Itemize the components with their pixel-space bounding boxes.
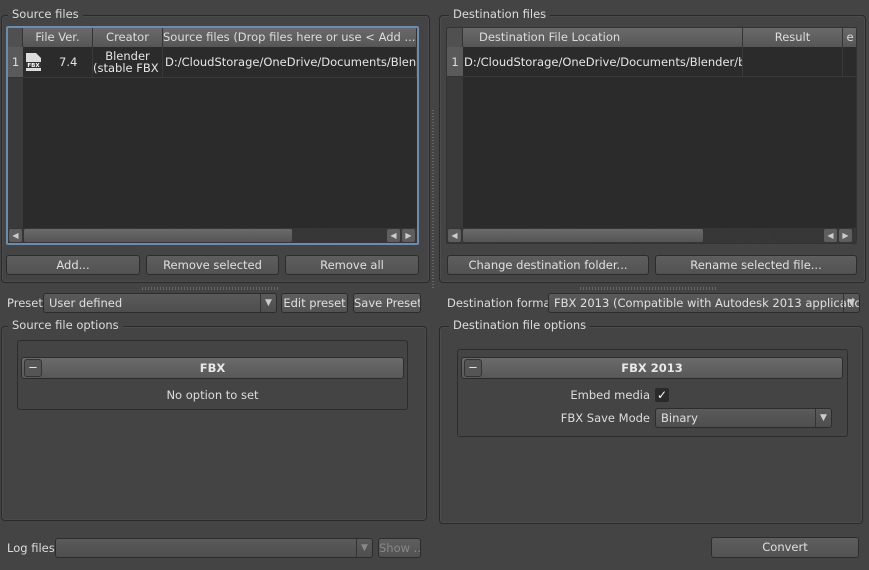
add-button[interactable]: Add... bbox=[6, 255, 140, 275]
e-cell[interactable] bbox=[843, 47, 856, 77]
collapse-button[interactable]: − bbox=[464, 359, 482, 377]
file-version: 7.4 bbox=[59, 55, 78, 69]
source-path-cell[interactable]: D:/CloudStorage/OneDrive/Documents/Blend… bbox=[163, 47, 417, 78]
scrollbar-thumb[interactable] bbox=[24, 229, 292, 242]
preset-value: User defined bbox=[49, 296, 123, 310]
section-title: FBX bbox=[199, 361, 226, 375]
section-title: FBX 2013 bbox=[621, 361, 683, 375]
destination-files-title: Destination files bbox=[449, 7, 551, 21]
horizontal-scrollbar[interactable]: ◀ ◀ ▶ bbox=[447, 228, 856, 243]
source-files-table[interactable]: File Ver. Creator Source files (Drop fil… bbox=[6, 26, 419, 245]
scroll-right-icon[interactable]: ▶ bbox=[402, 229, 415, 242]
source-options-title: Source file options bbox=[8, 318, 123, 332]
preset-select[interactable]: User defined ▼ bbox=[43, 293, 277, 313]
column-destination-location[interactable]: Destination File Location bbox=[463, 28, 743, 47]
scroll-right-icon[interactable]: ▶ bbox=[839, 229, 852, 242]
preset-label: Preset bbox=[7, 296, 43, 310]
column-file-ver[interactable]: File Ver. bbox=[23, 28, 93, 47]
save-preset-button[interactable]: Save Preset bbox=[353, 293, 421, 313]
chevron-down-icon: ▼ bbox=[843, 294, 859, 312]
vertical-splitter[interactable] bbox=[432, 110, 434, 290]
result-cell[interactable] bbox=[743, 47, 843, 77]
log-files-select[interactable]: ▼ bbox=[55, 538, 373, 558]
embed-media-label: Embed media bbox=[570, 388, 650, 402]
fbx-file-icon: FBX bbox=[26, 53, 41, 71]
column-result[interactable]: Result bbox=[743, 28, 843, 47]
horizontal-scrollbar[interactable]: ◀ ◀ ▶ bbox=[8, 228, 417, 243]
chevron-down-icon: ▼ bbox=[260, 294, 276, 312]
collapse-button[interactable]: − bbox=[24, 359, 42, 377]
corner-header bbox=[447, 28, 463, 47]
save-mode-value: Binary bbox=[661, 411, 698, 425]
destination-format-label: Destination format bbox=[447, 296, 556, 310]
scroll-left-icon[interactable]: ◀ bbox=[9, 229, 22, 242]
convert-button[interactable]: Convert bbox=[711, 537, 859, 558]
fbx-section-header[interactable]: − FBX bbox=[21, 357, 404, 379]
rename-selected-file-button[interactable]: Rename selected file... bbox=[655, 255, 857, 275]
row-header-empty bbox=[447, 77, 463, 230]
destination-format-select[interactable]: FBX 2013 (Compatible with Autodesk 2013 … bbox=[548, 293, 860, 313]
column-creator[interactable]: Creator bbox=[93, 28, 163, 47]
splitter-handle[interactable] bbox=[580, 287, 718, 290]
fbx-save-mode-label: FBX Save Mode bbox=[560, 411, 650, 425]
chevron-down-icon: ▼ bbox=[815, 409, 831, 427]
change-destination-folder-button[interactable]: Change destination folder... bbox=[447, 255, 649, 275]
scrollbar-thumb[interactable] bbox=[463, 229, 703, 242]
fbx-save-mode-select[interactable]: Binary ▼ bbox=[655, 408, 832, 428]
source-files-title: Source files bbox=[8, 7, 83, 21]
show-log-button[interactable]: Show ... bbox=[378, 538, 421, 558]
no-option-message: No option to set bbox=[166, 388, 259, 402]
scroll-left-icon[interactable]: ◀ bbox=[448, 229, 461, 242]
column-source-files[interactable]: Source files (Drop files here or use < A… bbox=[163, 28, 417, 47]
fbx-2013-section-header[interactable]: − FBX 2013 bbox=[461, 357, 843, 379]
row-header-empty bbox=[8, 78, 23, 230]
edit-preset-button[interactable]: Edit preset bbox=[281, 293, 348, 313]
log-files-label: Log files bbox=[7, 541, 55, 555]
table-row[interactable]: FBX 7.4 bbox=[23, 47, 93, 78]
destination-files-table[interactable]: Destination File Location Result e 1 D:/… bbox=[446, 27, 857, 244]
destination-format-value: FBX 2013 (Compatible with Autodesk 2013 … bbox=[554, 296, 860, 310]
splitter-handle[interactable] bbox=[142, 287, 280, 290]
row-number[interactable]: 1 bbox=[447, 47, 463, 77]
corner-header bbox=[8, 28, 23, 47]
embed-media-checkbox[interactable]: ✓ bbox=[655, 388, 669, 402]
column-e[interactable]: e bbox=[843, 28, 856, 47]
scroll-left-icon[interactable]: ◀ bbox=[387, 229, 400, 242]
remove-selected-button[interactable]: Remove selected bbox=[146, 255, 279, 275]
remove-all-button[interactable]: Remove all bbox=[285, 255, 419, 275]
svg-text:FBX: FBX bbox=[27, 63, 40, 69]
scroll-left-icon[interactable]: ◀ bbox=[824, 229, 837, 242]
destination-options-title: Destination file options bbox=[449, 318, 591, 332]
row-number[interactable]: 1 bbox=[8, 47, 23, 78]
destination-path-cell[interactable]: D:/CloudStorage/OneDrive/Documents/Blend… bbox=[463, 47, 743, 77]
chevron-down-icon: ▼ bbox=[356, 539, 372, 557]
creator-cell[interactable]: Blender (stable FBX I bbox=[93, 47, 163, 78]
